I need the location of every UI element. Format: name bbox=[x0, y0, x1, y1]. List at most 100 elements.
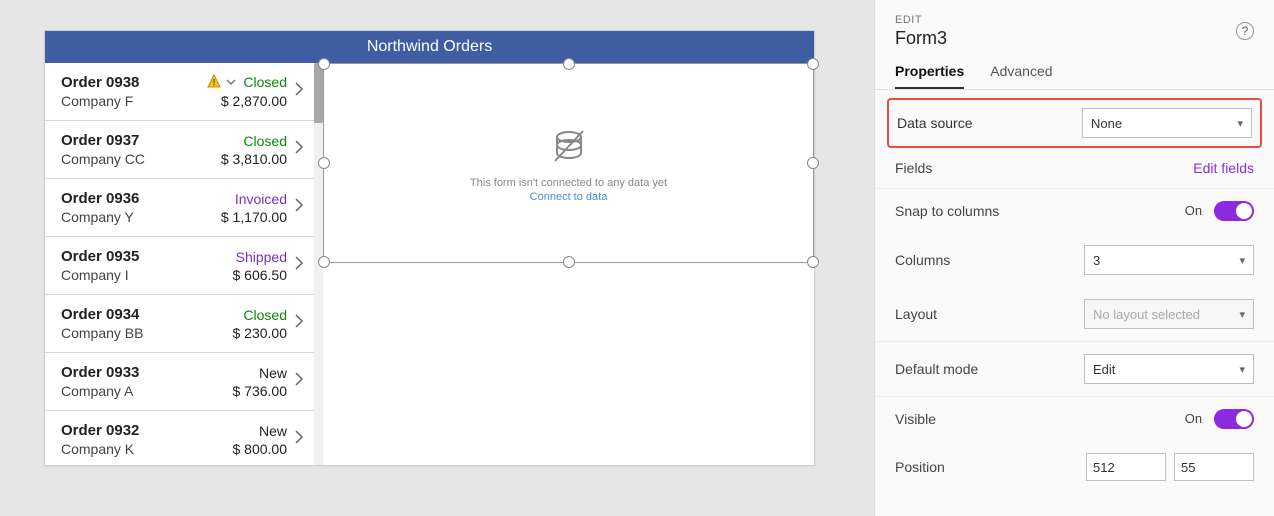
tab-properties[interactable]: Properties bbox=[895, 63, 964, 89]
order-number: Order 0937 bbox=[61, 132, 197, 149]
order-status: Closed bbox=[197, 74, 287, 92]
order-amount: $ 3,810.00 bbox=[197, 151, 287, 167]
panel-tabs: Properties Advanced bbox=[875, 49, 1274, 90]
gallery-item[interactable]: Order 0933 Company ANew $ 736.00 bbox=[45, 353, 323, 411]
scrollbar-thumb[interactable] bbox=[314, 63, 323, 123]
warning-icon bbox=[207, 74, 221, 91]
order-number: Order 0938 bbox=[61, 74, 197, 91]
position-label: Position bbox=[895, 459, 945, 475]
resize-handle-tl[interactable] bbox=[318, 58, 330, 70]
form-empty-message: This form isn't connected to any data ye… bbox=[470, 177, 667, 189]
fields-row: Fields Edit fields bbox=[875, 148, 1274, 189]
company-name: Company I bbox=[61, 267, 197, 283]
company-name: Company CC bbox=[61, 151, 197, 167]
resize-handle-br[interactable] bbox=[807, 256, 819, 268]
chevron-right-icon[interactable] bbox=[287, 81, 311, 102]
chevron-down-icon: ▾ bbox=[1239, 308, 1245, 321]
form-control-selected[interactable]: This form isn't connected to any data ye… bbox=[323, 63, 814, 263]
snap-toggle[interactable] bbox=[1214, 201, 1254, 221]
resize-handle-tr[interactable] bbox=[807, 58, 819, 70]
app-title: Northwind Orders bbox=[367, 38, 492, 56]
gallery-item[interactable]: Order 0936 Company YInvoiced $ 1,170.00 bbox=[45, 179, 323, 237]
company-name: Company K bbox=[61, 441, 197, 457]
order-status: Closed bbox=[197, 307, 287, 323]
snap-state: On bbox=[1185, 203, 1202, 218]
columns-row: Columns 3 ▾ bbox=[875, 233, 1274, 287]
chevron-right-icon[interactable] bbox=[287, 197, 311, 218]
resize-handle-bc[interactable] bbox=[563, 256, 575, 268]
order-amount: $ 2,870.00 bbox=[197, 93, 287, 109]
orders-gallery[interactable]: Order 0938Company FClosed$ 2,870.00Order… bbox=[45, 63, 323, 465]
order-status: Invoiced bbox=[197, 191, 287, 207]
database-icon bbox=[545, 123, 593, 171]
tab-advanced[interactable]: Advanced bbox=[990, 63, 1052, 89]
resize-handle-ml[interactable] bbox=[318, 157, 330, 169]
order-number: Order 0932 bbox=[61, 422, 197, 439]
gallery-item[interactable]: Order 0937 Company CCClosed $ 3,810.00 bbox=[45, 121, 323, 179]
connect-to-data-link[interactable]: Connect to data bbox=[530, 191, 608, 203]
company-name: Company Y bbox=[61, 209, 197, 225]
gallery-item[interactable]: Order 0932 Company KNew $ 800.00 bbox=[45, 411, 323, 465]
order-number: Order 0933 bbox=[61, 364, 197, 381]
position-row: Position 512 55 bbox=[875, 441, 1274, 493]
order-number: Order 0934 bbox=[61, 306, 197, 323]
visible-state: On bbox=[1185, 411, 1202, 426]
columns-dropdown[interactable]: 3 ▾ bbox=[1084, 245, 1254, 275]
columns-label: Columns bbox=[895, 252, 950, 268]
resize-handle-tc[interactable] bbox=[563, 58, 575, 70]
order-status: Closed bbox=[197, 133, 287, 149]
order-amount: $ 606.50 bbox=[197, 267, 287, 283]
chevron-right-icon[interactable] bbox=[287, 371, 311, 392]
order-amount: $ 230.00 bbox=[197, 325, 287, 341]
chevron-down-icon bbox=[225, 75, 237, 91]
chevron-right-icon[interactable] bbox=[287, 255, 311, 276]
data-source-dropdown[interactable]: None ▾ bbox=[1082, 108, 1252, 138]
position-x-input[interactable]: 512 bbox=[1086, 453, 1166, 481]
default-mode-value: Edit bbox=[1093, 362, 1115, 377]
order-number: Order 0936 bbox=[61, 190, 197, 207]
order-status: Shipped bbox=[197, 249, 287, 265]
help-icon[interactable]: ? bbox=[1236, 22, 1254, 40]
gallery-item[interactable]: Order 0935 Company IShipped $ 606.50 bbox=[45, 237, 323, 295]
resize-handle-bl[interactable] bbox=[318, 256, 330, 268]
resize-handle-mr[interactable] bbox=[807, 157, 819, 169]
order-amount: $ 800.00 bbox=[197, 441, 287, 457]
gallery-item[interactable]: Order 0934Company BBClosed$ 230.00 bbox=[45, 295, 323, 353]
data-source-label: Data source bbox=[897, 115, 972, 131]
order-status: New bbox=[197, 423, 287, 439]
chevron-right-icon[interactable] bbox=[287, 139, 311, 160]
chevron-down-icon: ▾ bbox=[1239, 254, 1245, 267]
data-source-value: None bbox=[1091, 116, 1122, 131]
visible-label: Visible bbox=[895, 411, 936, 427]
snap-label: Snap to columns bbox=[895, 203, 999, 219]
layout-dropdown[interactable]: No layout selected ▾ bbox=[1084, 299, 1254, 329]
snap-row: Snap to columns On bbox=[875, 189, 1274, 233]
panel-mode-label: EDIT bbox=[895, 14, 1254, 26]
visible-row: Visible On bbox=[875, 397, 1274, 441]
company-name: Company A bbox=[61, 383, 197, 399]
order-amount: $ 736.00 bbox=[197, 383, 287, 399]
fields-label: Fields bbox=[895, 160, 932, 176]
properties-panel: EDIT Form3 ? Properties Advanced Data so… bbox=[874, 0, 1274, 516]
order-number: Order 0935 bbox=[61, 248, 197, 265]
company-name: Company F bbox=[61, 93, 197, 109]
gallery-item[interactable]: Order 0938 Company FClosed$ 2,870.00 bbox=[45, 63, 323, 121]
chevron-down-icon: ▾ bbox=[1239, 363, 1245, 376]
order-amount: $ 1,170.00 bbox=[197, 209, 287, 225]
default-mode-dropdown[interactable]: Edit ▾ bbox=[1084, 354, 1254, 384]
chevron-down-icon: ▾ bbox=[1237, 117, 1243, 130]
default-mode-label: Default mode bbox=[895, 361, 978, 377]
selected-control-name: Form3 bbox=[895, 28, 1254, 49]
order-status: New bbox=[197, 365, 287, 381]
columns-value: 3 bbox=[1093, 253, 1100, 268]
layout-label: Layout bbox=[895, 306, 937, 322]
layout-row: Layout No layout selected ▾ bbox=[875, 287, 1274, 342]
visible-toggle[interactable] bbox=[1214, 409, 1254, 429]
default-mode-row: Default mode Edit ▾ bbox=[875, 342, 1274, 397]
app-canvas: Northwind Orders Order 0938Company FClos… bbox=[44, 30, 815, 466]
chevron-right-icon[interactable] bbox=[287, 429, 311, 450]
chevron-right-icon[interactable] bbox=[287, 313, 311, 334]
edit-fields-link[interactable]: Edit fields bbox=[1193, 160, 1254, 176]
app-title-bar: Northwind Orders bbox=[45, 31, 814, 63]
position-y-input[interactable]: 55 bbox=[1174, 453, 1254, 481]
